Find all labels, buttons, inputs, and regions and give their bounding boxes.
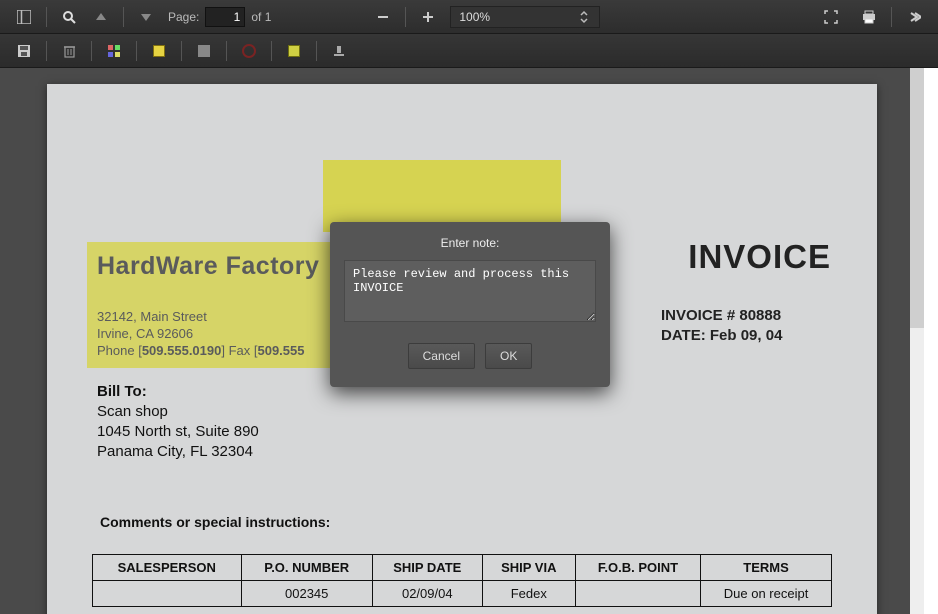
toolbar-separator [91, 41, 92, 61]
toolbar-separator [181, 41, 182, 61]
company-address: 32142, Main Street Irvine, CA 92606 Phon… [97, 308, 304, 359]
invoice-title: INVOICE [688, 238, 831, 276]
note-dialog: Enter note: Cancel OK [330, 222, 610, 387]
col-ship-via: SHIP VIA [482, 555, 575, 581]
company-name: HardWare Factory [97, 252, 319, 281]
note-icon[interactable] [282, 39, 306, 63]
table-row: 002345 02/09/04 Fedex Due on receipt [93, 581, 832, 607]
addr-phones: Phone [509.555.0190] Fax [509.555 [97, 342, 304, 359]
trash-icon[interactable] [57, 39, 81, 63]
fullscreen-icon[interactable] [819, 5, 843, 29]
col-po-number: P.O. NUMBER [241, 555, 372, 581]
page-number-input[interactable] [205, 7, 245, 27]
table-header-row: SALESPERSON P.O. NUMBER SHIP DATE SHIP V… [93, 555, 832, 581]
scrollbar-thumb[interactable] [910, 68, 924, 328]
col-fob: F.O.B. POINT [575, 555, 700, 581]
addr-line2: Irvine, CA 92606 [97, 325, 304, 342]
highlight-yellow-icon[interactable] [147, 39, 171, 63]
color-palette-icon[interactable] [102, 39, 126, 63]
sidebar-toggle-icon[interactable] [12, 5, 36, 29]
zoom-select[interactable]: 100% [450, 6, 600, 28]
invoice-number: INVOICE # 80888 [661, 306, 831, 326]
dialog-title: Enter note: [330, 222, 610, 258]
page-total: of 1 [251, 10, 271, 24]
toolbar-separator [271, 41, 272, 61]
zoom-in-icon[interactable] [416, 5, 440, 29]
comments-label: Comments or special instructions: [100, 514, 330, 530]
invoice-date: DATE: Feb 09, 04 [661, 326, 831, 346]
page-edge [924, 68, 938, 614]
col-terms: TERMS [701, 555, 832, 581]
bill-to-city: Panama City, FL 32304 [97, 442, 259, 462]
highlight-gray-icon[interactable] [192, 39, 216, 63]
circle-annotation-icon[interactable] [237, 39, 261, 63]
vertical-scrollbar[interactable] [910, 68, 924, 614]
addr-line1: 32142, Main Street [97, 308, 304, 325]
chevron-updown-icon [577, 10, 591, 24]
toolbar-separator [46, 7, 47, 27]
save-icon[interactable] [12, 39, 36, 63]
col-salesperson: SALESPERSON [93, 555, 242, 581]
cancel-button[interactable]: Cancel [408, 343, 475, 369]
col-ship-date: SHIP DATE [372, 555, 482, 581]
toolbar-separator [46, 41, 47, 61]
bill-to-street: 1045 North st, Suite 890 [97, 422, 259, 442]
toolbar-separator [316, 41, 317, 61]
toolbar-separator [226, 41, 227, 61]
toolbar-separator [891, 7, 892, 27]
stamp-icon[interactable] [327, 39, 351, 63]
note-textarea[interactable] [344, 260, 596, 322]
bill-to: Bill To: Scan shop 1045 North st, Suite … [97, 382, 259, 462]
invoice-meta: INVOICE # 80888 DATE: Feb 09, 04 [661, 306, 831, 346]
zoom-value: 100% [459, 10, 490, 24]
bill-to-label: Bill To: [97, 382, 259, 402]
more-tools-icon[interactable] [902, 5, 926, 29]
po-table: SALESPERSON P.O. NUMBER SHIP DATE SHIP V… [92, 554, 832, 607]
page-label: Page: [168, 10, 199, 24]
zoom-out-icon[interactable] [371, 5, 395, 29]
page-down-icon[interactable] [134, 5, 158, 29]
toolbar-separator [123, 7, 124, 27]
page-up-icon[interactable] [89, 5, 113, 29]
bill-to-name: Scan shop [97, 402, 259, 422]
print-icon[interactable] [857, 5, 881, 29]
toolbar-separator [136, 41, 137, 61]
ok-button[interactable]: OK [485, 343, 532, 369]
search-icon[interactable] [57, 5, 81, 29]
toolbar-separator [405, 7, 406, 27]
